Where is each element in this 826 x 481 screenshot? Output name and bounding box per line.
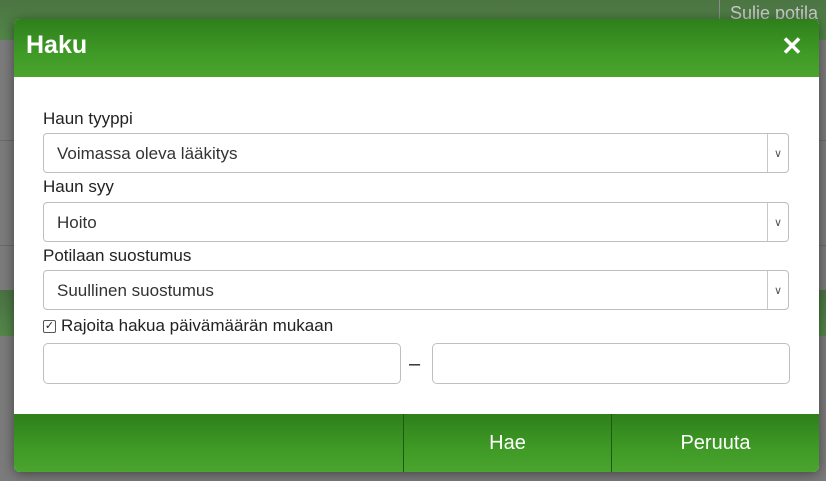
limit-by-date-label: Rajoita hakua päivämäärän mukaan [61,316,334,335]
start-date-input[interactable] [43,343,401,384]
footer-spacer [14,414,404,472]
dialog-footer: Hae Peruuta [14,414,819,472]
search-reason-label: Haun syy [43,177,114,196]
chevron-down-icon: ∨ [767,271,788,309]
cancel-button[interactable]: Peruuta [612,414,819,472]
chevron-down-icon: ∨ [767,203,788,241]
limit-by-date-row[interactable]: ✓ Rajoita hakua päivämäärän mukaan [43,316,333,336]
search-type-value: Voimassa oleva lääkitys [57,144,238,163]
patient-consent-label: Potilaan suostumus [43,246,192,265]
chevron-down-icon: ∨ [767,134,788,172]
date-range-separator: – [409,353,421,375]
end-date-input[interactable] [432,343,790,384]
dialog-body: Haun tyyppi Voimassa oleva lääkitys ∨ Ha… [14,77,819,414]
search-button[interactable]: Hae [404,414,612,472]
search-reason-select[interactable]: Hoito ∨ [43,202,789,242]
patient-consent-select[interactable]: Suullinen suostumus ∨ [43,270,789,310]
dialog-title: Haku [26,31,88,59]
search-dialog: Haku ✕ Haun tyyppi Voimassa oleva lääkit… [14,19,819,472]
close-icon[interactable]: ✕ [781,33,803,59]
search-type-select[interactable]: Voimassa oleva lääkitys ∨ [43,133,789,173]
patient-consent-value: Suullinen suostumus [57,281,214,300]
search-type-label: Haun tyyppi [43,109,133,128]
limit-by-date-checkbox[interactable]: ✓ [43,319,56,333]
search-reason-value: Hoito [57,213,97,232]
dialog-header: Haku ✕ [14,19,819,77]
